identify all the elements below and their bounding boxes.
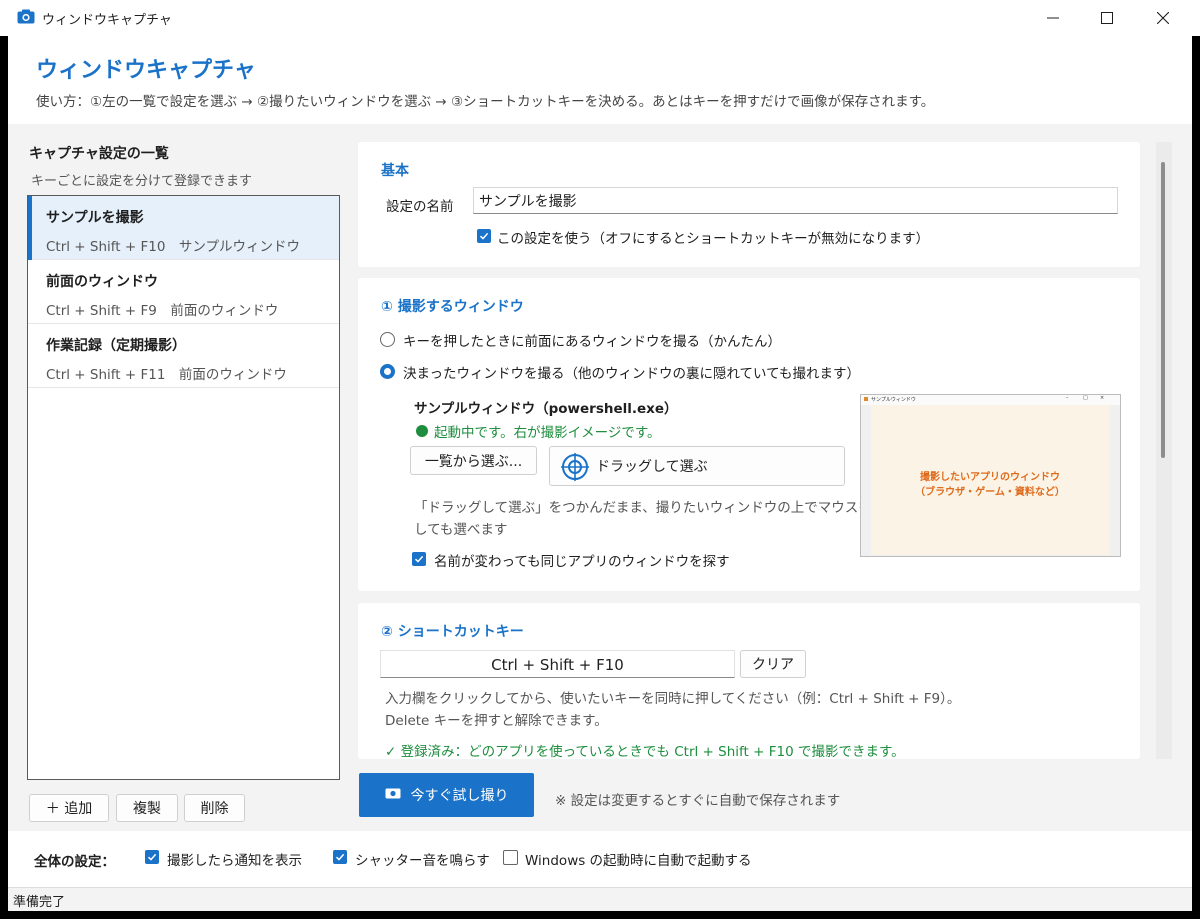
duplicate-button[interactable]: 複製 xyxy=(116,794,178,822)
basic-section-title: 基本 xyxy=(381,163,409,179)
name-label: 設定の名前 xyxy=(386,199,454,215)
close-button[interactable] xyxy=(1140,0,1186,36)
list-item-name: サンプルを撮影 xyxy=(46,210,144,226)
hotkey-section-title: ② ショートカットキー xyxy=(381,624,524,640)
global-settings-label: 全体の設定： xyxy=(34,854,115,870)
status-text: 準備完了 xyxy=(13,895,66,910)
preview-app-icon xyxy=(864,397,868,401)
target-window-section: ① 撮影するウィンドウ キーを押したときに前面にあるウィンドウを撮る（かんたん）… xyxy=(358,278,1140,591)
capture-now-button[interactable]: 今すぐ試し撮り xyxy=(359,773,534,817)
add-button[interactable]: ＋ 追加 xyxy=(29,794,109,822)
autosave-note: ※ 設定は変更するとすぐに自動で保存されます xyxy=(555,793,841,809)
capture-preview: サンプルウィンドウ – □ × 撮影したいアプリのウィンドウ （ブラウザ・ゲーム… xyxy=(860,394,1121,557)
scrollbar[interactable] xyxy=(1156,142,1172,759)
window-frame-right xyxy=(1192,36,1200,911)
check-icon xyxy=(335,853,345,861)
basic-section: 基本 設定の名前 この設定を使う（オフにするとショートカットキーが無効になります… xyxy=(358,142,1140,267)
shutter-checkbox[interactable] xyxy=(333,850,347,864)
hotkey-hint-line1: 入力欄をクリックしてから、使いたいキーを同時に押してください（例：Ctrl + … xyxy=(385,691,961,707)
window-title: ウィンドウキャプチャ xyxy=(42,13,172,28)
pick-from-list-button[interactable]: 一覧から選ぶ... xyxy=(410,446,537,475)
capture-now-label: 今すぐ試し撮り xyxy=(410,788,509,804)
shutter-label: シャッター音を鳴らす xyxy=(355,853,490,869)
preview-text-line1: 撮影したいアプリのウィンドウ xyxy=(920,472,1060,483)
usage-text: 使い方：①左の一覧で設定を選ぶ → ②撮りたいウィンドウを選ぶ → ③ショートカ… xyxy=(36,94,935,110)
hotkey-input[interactable]: Ctrl + Shift + F10 xyxy=(380,650,735,678)
enable-label: この設定を使う（オフにするとショートカットキーが無効になります） xyxy=(497,231,930,247)
camera-icon xyxy=(17,9,35,24)
check-icon xyxy=(479,232,489,240)
settings-list: サンプルを撮影 Ctrl + Shift + F10 サンプルウィンドウ 前面の… xyxy=(27,195,340,780)
list-item[interactable]: 前面のウィンドウ Ctrl + Shift + F9 前面のウィンドウ xyxy=(28,260,339,324)
radio-fixed-window-label: 決まったウィンドウを撮る（他のウィンドウの裏に隠れていても撮れます） xyxy=(403,366,860,382)
preview-title: サンプルウィンドウ xyxy=(871,397,916,403)
drag-pick-label: ドラッグして選ぶ xyxy=(596,459,708,475)
hotkey-section: ② ショートカットキー Ctrl + Shift + F10 クリア 入力欄をク… xyxy=(358,603,1140,759)
radio-front-window-label: キーを押したときに前面にあるウィンドウを撮る（かんたん） xyxy=(403,334,781,350)
window-frame-left xyxy=(0,36,8,911)
list-item-detail: Ctrl + Shift + F11 前面のウィンドウ xyxy=(46,367,287,383)
minimize-button[interactable] xyxy=(1030,0,1076,36)
enable-checkbox[interactable] xyxy=(477,229,491,243)
drag-pick-button[interactable]: ドラッグして選ぶ xyxy=(549,446,845,486)
delete-button[interactable]: 削除 xyxy=(184,794,245,822)
maximize-button[interactable] xyxy=(1084,0,1130,36)
drag-hint-line2: しても選べます xyxy=(414,522,508,538)
title-bar: ウィンドウキャプチャ xyxy=(0,0,1200,36)
preview-text-line2: （ブラウザ・ゲーム・資料など） xyxy=(915,487,1065,498)
drag-hint-line1: 「ドラッグして選ぶ」をつかんだまま、撮りたいウィンドウの上でマウスを離 xyxy=(414,500,886,516)
setting-name-input[interactable] xyxy=(473,187,1118,214)
window-frame-bottom xyxy=(0,911,1200,919)
target-section-title: ① 撮影するウィンドウ xyxy=(381,299,524,315)
check-icon xyxy=(147,853,157,861)
same-app-checkbox[interactable] xyxy=(412,552,426,566)
notify-checkbox[interactable] xyxy=(145,850,159,864)
preview-close-icon: × xyxy=(1100,395,1105,401)
selected-window-name: サンプルウィンドウ（powershell.exe） xyxy=(414,401,678,417)
radio-front-window[interactable] xyxy=(380,332,395,347)
preview-body: 撮影したいアプリのウィンドウ （ブラウザ・ゲーム・資料など） xyxy=(871,405,1109,555)
preview-minimize-icon: – xyxy=(1066,395,1069,401)
list-item-detail: Ctrl + Shift + F9 前面のウィンドウ xyxy=(46,303,279,319)
list-item-name: 前面のウィンドウ xyxy=(46,274,158,290)
global-settings-bar: 全体の設定： 撮影したら通知を表示 シャッター音を鳴らす Windows の起動… xyxy=(8,831,1192,887)
page-title: ウィンドウキャプチャ xyxy=(36,58,256,83)
header: ウィンドウキャプチャ 使い方：①左の一覧で設定を選ぶ → ②撮りたいウィンドウを… xyxy=(8,36,1192,124)
camera-icon xyxy=(385,787,401,803)
check-icon xyxy=(414,555,424,563)
hotkey-registered-status: ✓ 登録済み：どのアプリを使っているときでも Ctrl + Shift + F1… xyxy=(385,744,905,759)
radio-fixed-window[interactable] xyxy=(380,364,395,379)
status-dot-icon xyxy=(416,425,428,437)
scroll-thumb[interactable] xyxy=(1161,162,1165,458)
crosshair-icon xyxy=(560,452,590,486)
running-status: 起動中です。右が撮影イメージです。 xyxy=(434,425,661,441)
settings-list-subtitle: キーごとに設定を分けて登録できます xyxy=(31,174,253,189)
main-area: キャプチャ設定の一覧 キーごとに設定を分けて登録できます サンプルを撮影 Ctr… xyxy=(8,124,1192,831)
settings-list-title: キャプチャ設定の一覧 xyxy=(29,146,169,162)
preview-maximize-icon: □ xyxy=(1083,395,1088,401)
startup-checkbox[interactable] xyxy=(503,850,518,865)
status-bar: 準備完了 xyxy=(8,887,1192,911)
same-app-label: 名前が変わっても同じアプリのウィンドウを探す xyxy=(434,554,730,570)
startup-label: Windows の起動時に自動で起動する xyxy=(525,853,752,869)
notify-label: 撮影したら通知を表示 xyxy=(167,853,302,869)
preview-titlebar: サンプルウィンドウ – □ × xyxy=(861,395,1120,405)
list-item[interactable]: 作業記録（定期撮影） Ctrl + Shift + F11 前面のウィンドウ xyxy=(28,324,339,388)
hotkey-hint-line2: Delete キーを押すと解除できます。 xyxy=(385,713,608,729)
list-item-detail: Ctrl + Shift + F10 サンプルウィンドウ xyxy=(46,239,301,255)
clear-button[interactable]: クリア xyxy=(740,650,806,678)
list-item[interactable]: サンプルを撮影 Ctrl + Shift + F10 サンプルウィンドウ xyxy=(28,196,339,260)
list-item-name: 作業記録（定期撮影） xyxy=(46,338,186,354)
